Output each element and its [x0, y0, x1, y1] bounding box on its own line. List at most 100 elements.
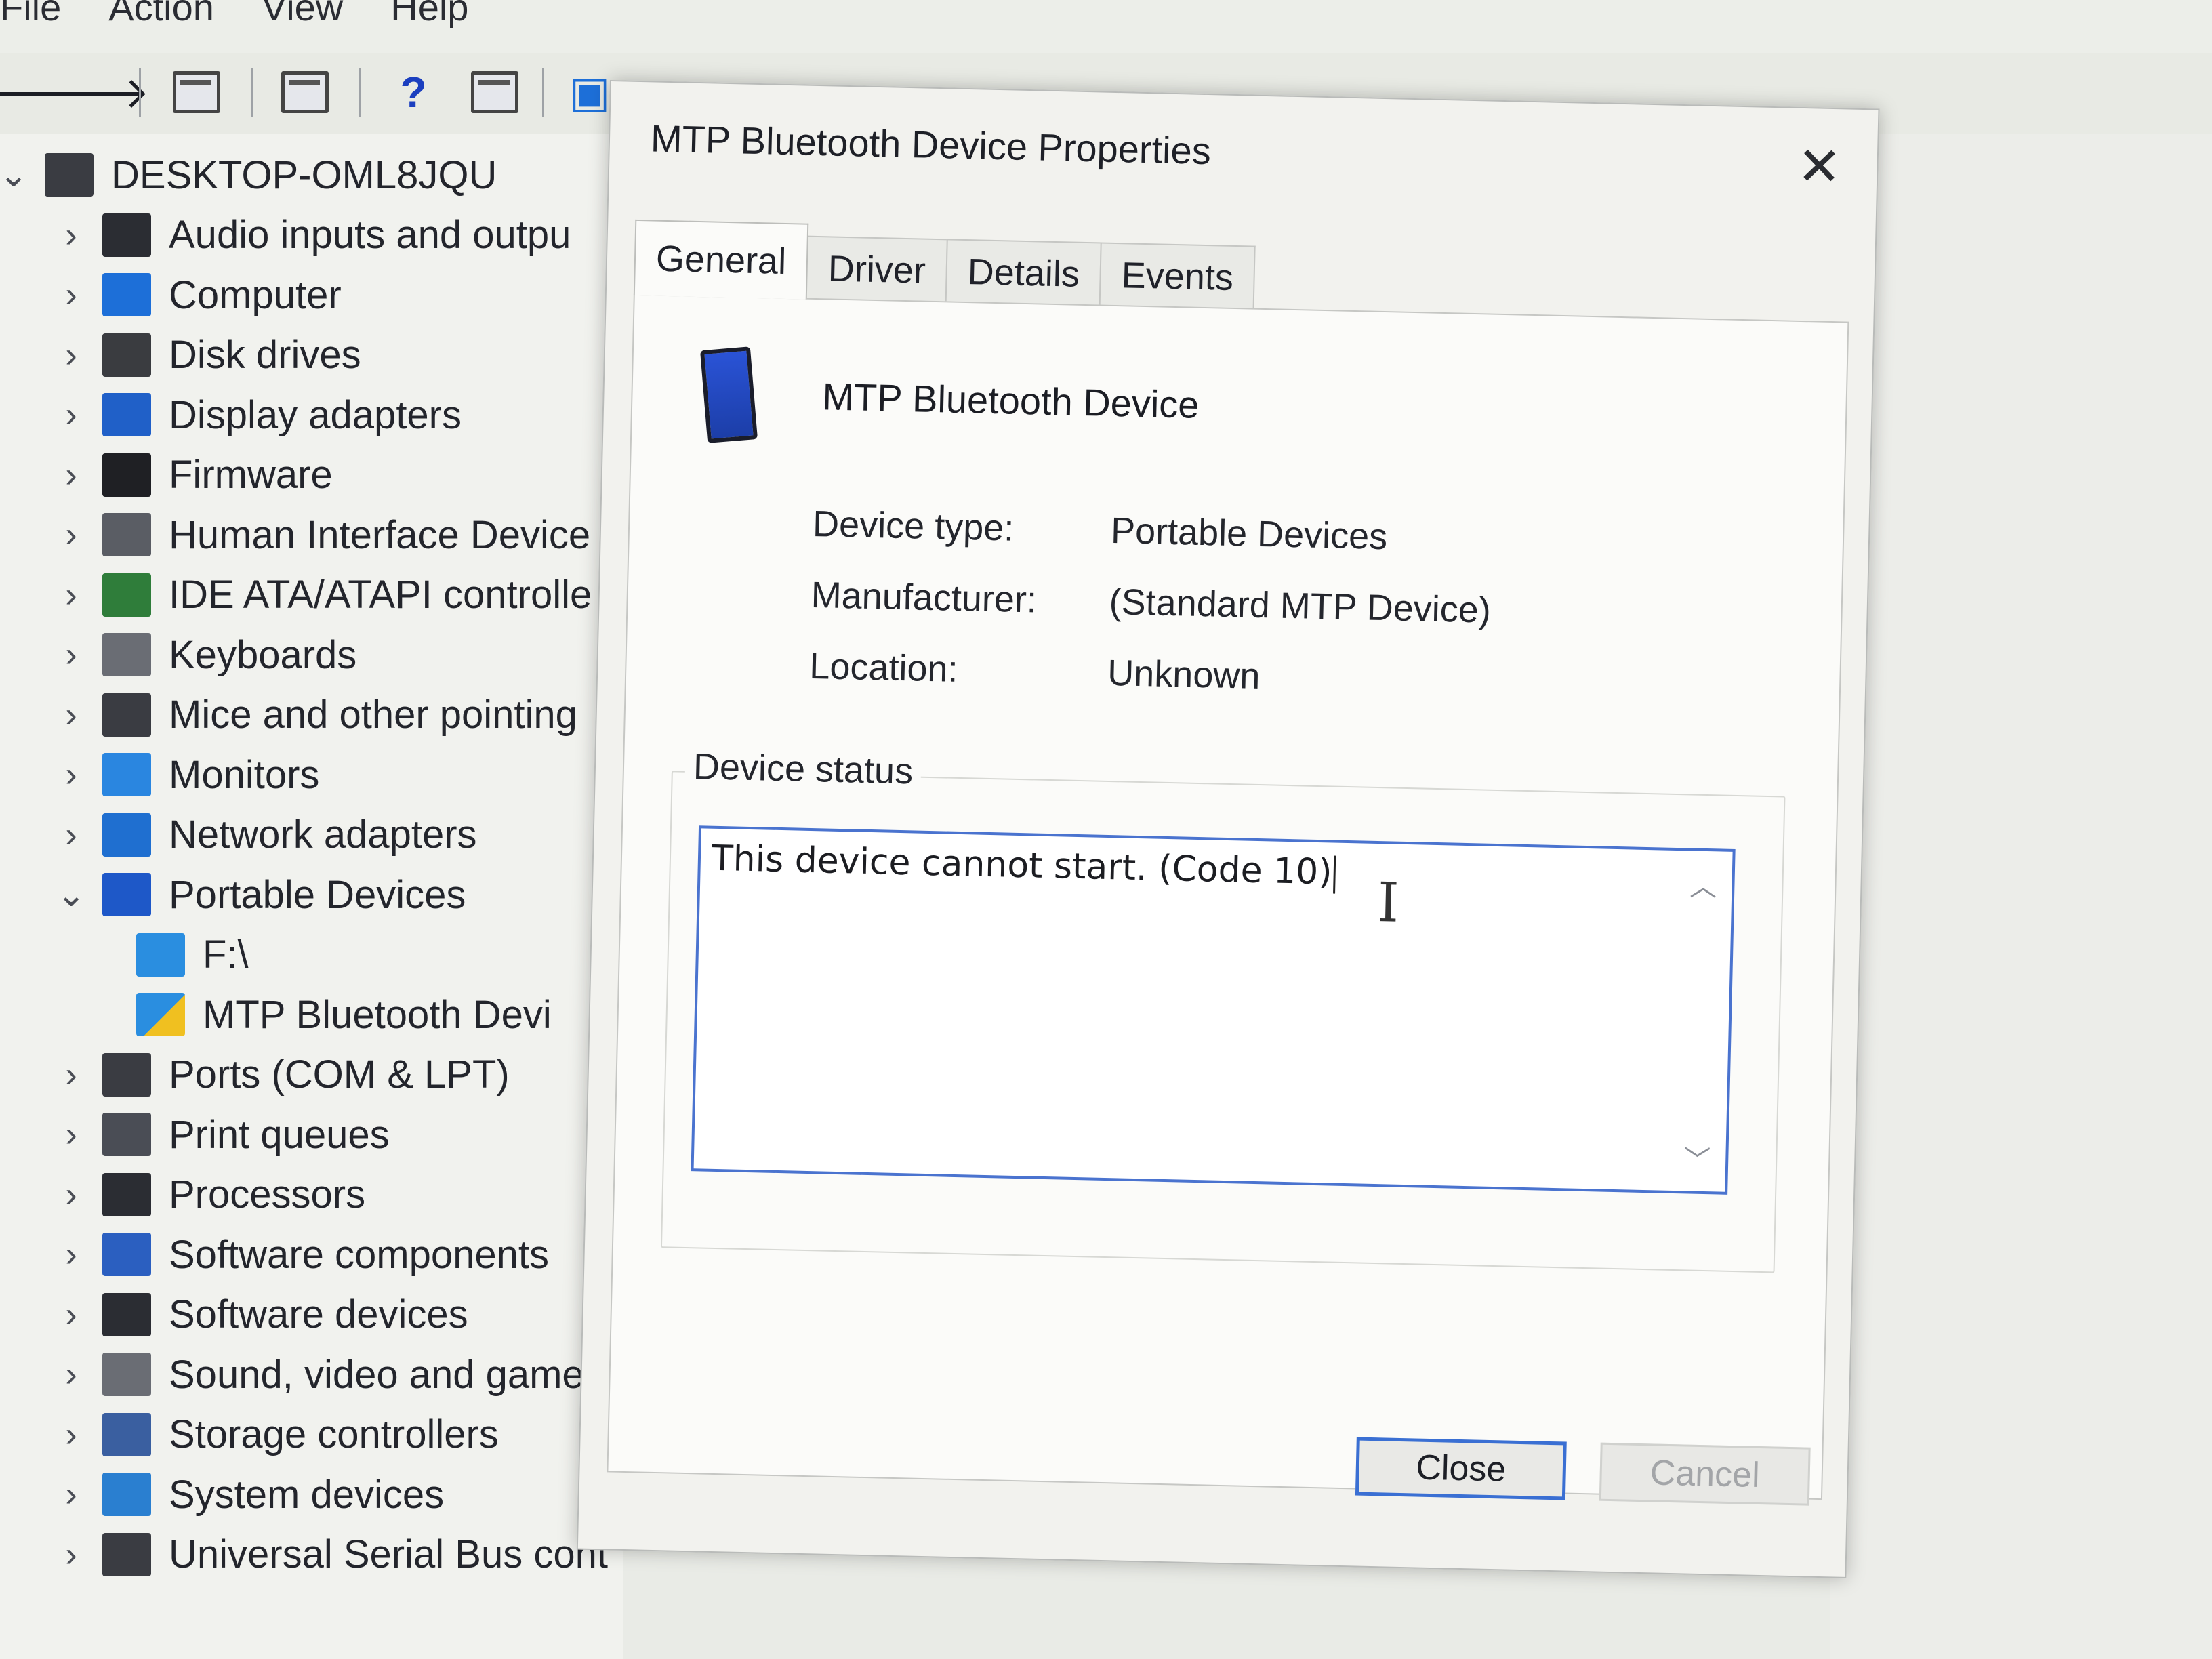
software-device-icon [102, 1292, 151, 1336]
device-status-label: Device status [684, 745, 922, 793]
help-icon[interactable]: ? [386, 65, 441, 119]
tree-category[interactable]: › Network adapters [51, 808, 476, 862]
tree-label: Human Interface Device [169, 512, 591, 557]
chevron-right-icon[interactable]: › [51, 1414, 91, 1455]
forward-arrow-icon[interactable]: 🡒 [33, 65, 150, 119]
chevron-right-icon[interactable]: › [51, 455, 91, 495]
software-component-icon [102, 1233, 151, 1276]
chevron-right-icon[interactable]: › [51, 575, 91, 615]
tree-category[interactable]: › Universal Serial Bus cont [51, 1528, 608, 1582]
tree-label: Print queues [169, 1112, 390, 1157]
chevron-right-icon[interactable]: › [51, 1474, 91, 1515]
tree-label: Audio inputs and outpu [169, 213, 571, 257]
chevron-right-icon[interactable]: › [51, 754, 91, 795]
menu-view[interactable]: View [262, 0, 343, 29]
chevron-right-icon[interactable]: › [51, 1174, 91, 1215]
scroll-down-icon[interactable]: ﹀ [1683, 1138, 1711, 1178]
tab-general[interactable]: General [633, 219, 809, 300]
device-name: MTP Bluetooth Device [821, 375, 1200, 426]
tree-category[interactable]: › Disk drives [51, 328, 361, 382]
close-icon[interactable]: ✕ [1788, 136, 1851, 198]
tab-bar: General Driver Details Events [633, 219, 1256, 310]
tree-category[interactable]: ⌄ Portable Devices [51, 867, 466, 922]
tree-category[interactable]: › Human Interface Device [51, 508, 590, 562]
tree-category[interactable]: › System devices [51, 1467, 444, 1521]
tab-details[interactable]: Details [945, 239, 1102, 306]
text-caret [1332, 855, 1336, 894]
chevron-right-icon[interactable]: › [51, 1354, 91, 1395]
tree-category[interactable]: › Software components [51, 1227, 549, 1282]
chevron-right-icon[interactable]: › [51, 394, 91, 435]
chevron-right-icon[interactable]: › [51, 695, 91, 735]
menu-file[interactable]: File [0, 0, 61, 29]
tab-events[interactable]: Events [1099, 242, 1256, 310]
tree-category[interactable]: › Firmware [51, 448, 333, 502]
tree-category[interactable]: › Software devices [51, 1288, 468, 1342]
chevron-right-icon[interactable]: › [51, 1234, 91, 1275]
tree-category[interactable]: › Processors [51, 1168, 365, 1222]
processor-icon [102, 1172, 151, 1216]
portable-device-icon [700, 346, 758, 443]
disk-drive-icon [102, 333, 151, 377]
manufacturer-label: Manufacturer: [811, 574, 1038, 621]
location-value: Unknown [1107, 652, 1261, 697]
scroll-up-icon[interactable]: ︿ [1689, 864, 1717, 904]
tree-root[interactable]: ⌄ DESKTOP-OML8JQU [0, 148, 497, 202]
chevron-right-icon[interactable]: › [51, 1294, 91, 1335]
device-status-group: Device status This device cannot start. … [660, 745, 1786, 1273]
tree-device[interactable]: MTP Bluetooth Devi [119, 987, 552, 1042]
warning-device-icon [136, 993, 185, 1036]
tree-category[interactable]: › Sound, video and game [51, 1347, 584, 1401]
storage-controller-icon [102, 1412, 151, 1456]
tree-category[interactable]: › Display adapters [51, 388, 462, 442]
ide-controller-icon [102, 573, 151, 617]
tree-category[interactable]: › Keyboards [51, 628, 356, 682]
device-properties-dialog: MTP Bluetooth Device Properties ✕ Genera… [576, 80, 1880, 1578]
speaker-icon [102, 213, 151, 257]
tree-device[interactable]: F:\ [119, 928, 249, 982]
tree-label: Monitors [169, 752, 320, 797]
chevron-right-icon[interactable]: › [51, 1054, 91, 1095]
portable-device-icon [136, 933, 185, 977]
computer-icon [45, 153, 94, 197]
tree-category[interactable]: › Computer [51, 268, 341, 322]
firmware-chip-icon [102, 453, 151, 497]
tree-category[interactable]: › Print queues [51, 1107, 390, 1162]
cancel-button[interactable]: Cancel [1599, 1442, 1811, 1506]
chevron-down-icon[interactable]: ⌄ [0, 155, 34, 195]
tree-category[interactable]: › Storage controllers [51, 1408, 498, 1462]
tree-label: Sound, video and game [169, 1352, 584, 1397]
tree-label: IDE ATA/ATAPI controlle [169, 573, 592, 617]
chevron-right-icon[interactable]: › [51, 1114, 91, 1155]
tree-label: Firmware [169, 453, 333, 497]
chevron-right-icon[interactable]: › [51, 514, 91, 555]
keyboard-icon [102, 633, 151, 676]
chevron-down-icon[interactable]: ⌄ [51, 874, 91, 915]
tree-category[interactable]: › Audio inputs and outpu [51, 208, 571, 262]
close-button[interactable]: Close [1355, 1437, 1567, 1500]
tree-label: Display adapters [169, 392, 462, 437]
show-hide-console-tree-icon[interactable] [169, 65, 224, 119]
tree-label: Software devices [169, 1292, 468, 1336]
tree-label: DESKTOP-OML8JQU [111, 152, 497, 197]
tree-category[interactable]: › Mice and other pointing [51, 688, 577, 742]
tree-category[interactable]: › Ports (COM & LPT) [51, 1048, 509, 1102]
chevron-right-icon[interactable]: › [51, 815, 91, 855]
device-status-textbox[interactable]: This device cannot start. (Code 10) I ︿ … [691, 825, 1736, 1195]
device-tree: ⌄ DESKTOP-OML8JQU › Audio inputs and outpu ›… [0, 134, 623, 1659]
properties-icon[interactable] [278, 65, 332, 119]
chevron-right-icon[interactable]: › [51, 274, 91, 315]
printer-icon [102, 1113, 151, 1156]
chevron-right-icon[interactable]: › [51, 335, 91, 375]
chevron-right-icon[interactable]: › [51, 215, 91, 255]
tab-driver[interactable]: Driver [805, 235, 948, 303]
tree-label: Portable Devices [169, 872, 466, 917]
menu-help[interactable]: Help [390, 0, 468, 29]
chevron-right-icon[interactable]: › [51, 634, 91, 675]
tree-category[interactable]: › Monitors [51, 747, 319, 802]
tree-category[interactable]: › IDE ATA/ATAPI controlle [51, 568, 592, 622]
port-icon [102, 1052, 151, 1097]
show-action-pane-icon[interactable] [468, 65, 522, 119]
menu-action[interactable]: Action [108, 0, 214, 29]
chevron-right-icon[interactable]: › [51, 1534, 91, 1575]
